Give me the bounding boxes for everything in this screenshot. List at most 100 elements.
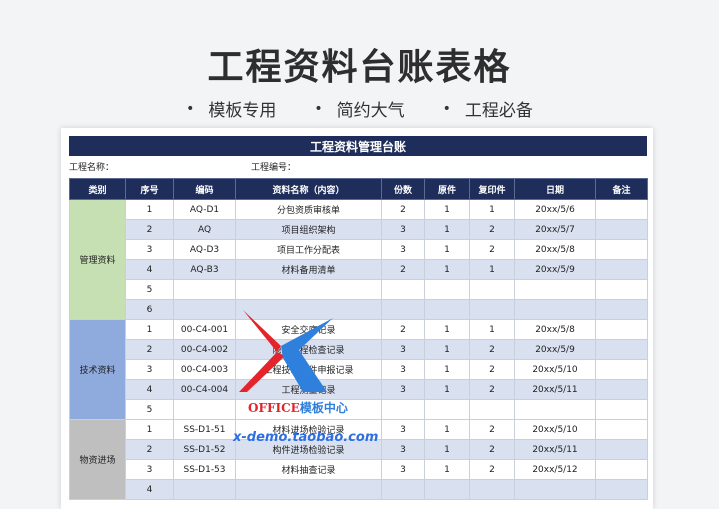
note-cell (595, 199, 648, 220)
original-cell (424, 479, 470, 500)
table-row: 300-C4-003工程技术文件申报记录31220xx/5/10 (70, 359, 648, 380)
seq-cell: 4 (125, 379, 174, 400)
spreadsheet-preview: 工程资料管理台账 工程名称： 工程编号： 类别 序号 编码 资料名称（内容） 份… (61, 128, 653, 509)
original-cell: 1 (424, 419, 470, 440)
project-name-label: 工程名称： (69, 163, 115, 173)
photocopy-cell: 2 (469, 239, 515, 260)
photocopy-cell (469, 399, 515, 420)
copies-cell: 3 (381, 359, 425, 380)
copies-cell: 3 (381, 219, 425, 240)
table-row: 3 AQ-D3 项目工作分配表 3 1 2 20xx/5/8 (70, 239, 648, 260)
code-cell: 00-C4-003 (173, 359, 236, 380)
date-cell: 20xx/5/11 (514, 439, 596, 460)
table-row: 2 00-C4-002 隐蔽工程检查记录 3 1 2 20xx/5/9 (70, 339, 648, 360)
date-cell: 20xx/5/10 (514, 419, 596, 440)
photocopy-cell (469, 279, 515, 300)
code-cell (173, 399, 236, 420)
seq-cell: 2 (125, 339, 174, 360)
date-cell: 20xx/5/9 (514, 259, 596, 280)
code-cell (173, 299, 236, 320)
date-cell (514, 279, 596, 300)
copies-cell: 3 (381, 459, 425, 480)
watermark-brand-zh: 模板中心 (299, 401, 348, 415)
original-cell: 1 (424, 459, 470, 480)
date-cell: 20xx/5/10 (514, 359, 596, 380)
original-cell (424, 279, 470, 300)
copies-cell (381, 299, 425, 320)
category-cell: 物资进场 (69, 419, 126, 500)
name-cell (235, 479, 382, 500)
photocopy-cell (469, 479, 515, 500)
copies-cell: 3 (381, 419, 425, 440)
feature-list: • 模板专用 • 简约大气 • 工程必备 (0, 96, 719, 122)
date-cell: 20xx/5/12 (514, 459, 596, 480)
copies-cell (381, 279, 425, 300)
name-cell: 项目工作分配表 (235, 239, 382, 260)
table-row: 2 AQ 项目组织架构 3 1 2 20xx/5/7 (70, 219, 648, 240)
name-cell: 分包资质审核单 (235, 199, 382, 220)
seq-cell: 4 (125, 479, 174, 500)
date-cell: 20xx/5/11 (514, 379, 596, 400)
feature-label: 简约大气 (336, 101, 405, 121)
copies-cell: 2 (381, 259, 425, 280)
bullet-icon: • (314, 100, 323, 117)
code-cell: SS-D1-52 (173, 439, 236, 460)
column-header: 份数 (381, 178, 425, 200)
note-cell (595, 299, 648, 320)
seq-cell: 1 (125, 419, 174, 440)
column-header: 备注 (595, 178, 648, 200)
seq-cell: 6 (125, 299, 174, 320)
photocopy-cell: 2 (469, 359, 515, 380)
note-cell (595, 339, 648, 360)
seq-cell: 3 (125, 359, 174, 380)
photocopy-cell: 2 (469, 339, 515, 360)
column-header: 资料名称（内容） (235, 178, 382, 200)
original-cell: 1 (424, 379, 470, 400)
feature-item: • 模板专用 (186, 96, 276, 122)
table-row: 4 (70, 479, 648, 500)
photocopy-cell: 1 (469, 319, 515, 340)
column-header: 日期 (514, 178, 596, 200)
watermark-brand-en: OFFICE (248, 401, 300, 415)
watermark-brand: OFFICE模板中心 (248, 399, 348, 416)
date-cell (514, 299, 596, 320)
copies-cell: 3 (381, 339, 425, 360)
original-cell: 1 (424, 199, 470, 220)
ledger-table: 类别 序号 编码 资料名称（内容） 份数 原件 复印件 日期 备注 管理资料 1 A… (69, 178, 648, 500)
code-cell: AQ (173, 219, 236, 240)
project-no-label: 工程编号： (251, 163, 297, 173)
note-cell (595, 319, 648, 340)
date-cell (514, 479, 596, 500)
copies-cell (381, 399, 425, 420)
code-cell: AQ-D1 (173, 199, 236, 220)
table-row: 5 (70, 279, 648, 300)
watermark-url: x-demo.taobao.com (233, 430, 379, 445)
note-cell (595, 379, 648, 400)
note-cell (595, 239, 648, 260)
feature-item: • 简约大气 (314, 96, 405, 122)
photocopy-cell: 2 (469, 439, 515, 460)
note-cell (595, 459, 648, 480)
note-cell (595, 399, 648, 420)
page-title: 工程资料台账表格 (207, 47, 512, 88)
feature-label: 工程必备 (464, 101, 533, 121)
copies-cell: 3 (381, 439, 425, 460)
photocopy-cell: 2 (469, 459, 515, 480)
original-cell: 1 (424, 339, 470, 360)
note-cell (595, 359, 648, 380)
name-cell (235, 279, 382, 300)
seq-cell: 5 (125, 279, 174, 300)
note-cell (595, 439, 648, 460)
original-cell: 1 (424, 259, 470, 280)
original-cell: 1 (424, 319, 470, 340)
date-cell: 20xx/5/8 (514, 239, 596, 260)
table-row: 技术资料 1 00-C4-001 安全交底记录 2 1 1 20xx/5/8 (69, 319, 648, 420)
column-header: 原件 (424, 178, 470, 200)
table-header-row: 类别 序号 编码 资料名称（内容） 份数 原件 复印件 日期 备注 (69, 178, 648, 200)
photocopy-cell: 2 (469, 419, 515, 440)
photocopy-cell: 1 (469, 259, 515, 280)
column-header: 类别 (69, 178, 126, 200)
original-cell: 1 (424, 359, 470, 380)
date-cell: 20xx/5/8 (514, 319, 596, 340)
code-cell: 00-C4-002 (173, 339, 236, 360)
